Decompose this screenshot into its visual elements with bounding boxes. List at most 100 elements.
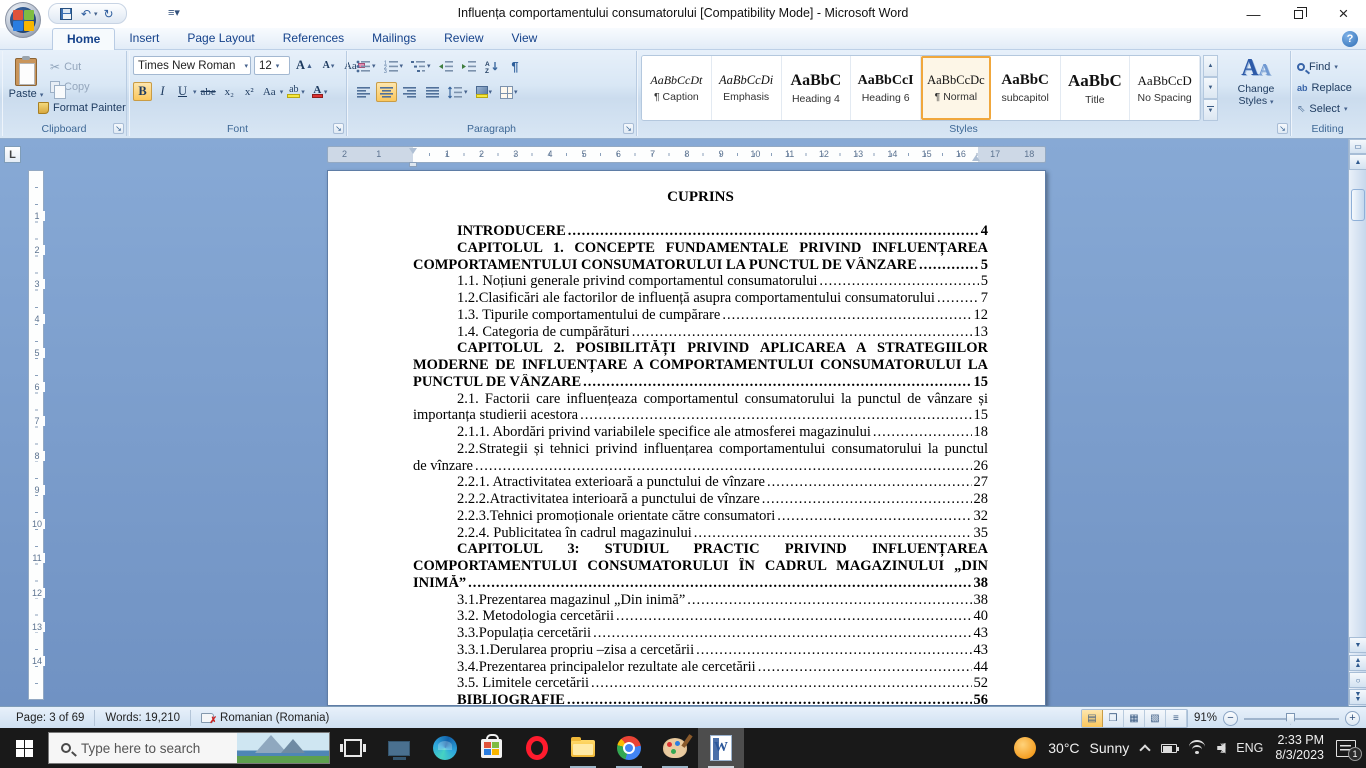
line-spacing-button[interactable]: ▾ — [445, 82, 471, 102]
sort-button[interactable]: AZ — [482, 56, 503, 76]
scroll-up-button[interactable]: ▲ — [1349, 154, 1366, 170]
draft-view-button[interactable]: ≡ — [1165, 709, 1187, 727]
decrease-indent-button[interactable] — [436, 56, 457, 76]
restore-button[interactable] — [1276, 0, 1321, 28]
grow-font-button[interactable]: A ▲ — [293, 56, 316, 75]
tray-expand-icon[interactable] — [1139, 743, 1151, 756]
underline-button[interactable]: U — [173, 82, 192, 101]
select-button[interactable]: ⇖ Select ▾ — [1297, 100, 1347, 118]
first-line-indent-marker[interactable] — [409, 148, 417, 154]
page-indicator[interactable]: Page: 3 of 69 — [6, 710, 96, 726]
font-dialog-launcher[interactable]: ↘ — [333, 123, 344, 134]
select-browse-object-button[interactable]: ○ — [1349, 672, 1366, 688]
styles-scroll-down-button[interactable]: ▼ — [1203, 77, 1218, 99]
style-caption[interactable]: AaBbCcDt ¶ Caption — [642, 56, 712, 120]
task-view-button[interactable] — [330, 728, 376, 768]
bullets-button[interactable]: ▾ — [353, 56, 379, 76]
redo-button[interactable]: ↻ — [100, 5, 118, 22]
style-emphasis[interactable]: AaBbCcDi Emphasis — [711, 56, 782, 120]
change-styles-button[interactable]: AA Change Styles ▾ — [1225, 55, 1287, 121]
horizontal-ruler[interactable]: 2 1 1 2 3 4 5 6 7 8 9 10 11 12 13 14 15 16 17 18 — [327, 146, 1046, 167]
tab-page-layout[interactable]: Page Layout — [173, 28, 268, 50]
close-button[interactable]: × — [1321, 0, 1366, 28]
borders-button[interactable]: ▾ — [497, 82, 521, 102]
taskbar-store-button[interactable] — [468, 728, 514, 768]
vertical-ruler[interactable]: 1 2 3 4 5 6 7 8 9 10 11 12 13 14 — [28, 170, 45, 700]
zoom-level[interactable]: 91% — [1194, 712, 1217, 724]
word-count[interactable]: Words: 19,210 — [95, 710, 192, 726]
font-color-button[interactable]: A ▾ — [309, 82, 331, 101]
replace-button[interactable]: ab Replace — [1297, 79, 1352, 97]
font-size-combo[interactable]: 12 ▾ — [254, 56, 290, 75]
styles-more-button[interactable]: ▼ — [1203, 99, 1218, 121]
scroll-down-button[interactable]: ▼ — [1349, 637, 1366, 653]
action-center-icon[interactable]: 1 — [1336, 739, 1362, 761]
show-paragraph-marks-button[interactable]: ¶ — [505, 56, 526, 76]
multilevel-list-button[interactable]: ▾ — [408, 56, 434, 76]
battery-icon[interactable] — [1161, 743, 1180, 753]
tab-review[interactable]: Review — [430, 28, 497, 50]
input-language[interactable]: ENG — [1236, 741, 1263, 755]
taskbar-word-button[interactable]: W — [698, 728, 744, 768]
text-highlight-button[interactable]: ab ▾ — [284, 82, 308, 101]
start-button[interactable] — [0, 728, 48, 768]
taskbar-pc-button[interactable] — [376, 728, 422, 768]
cut-button[interactable]: ✂ Cut — [50, 57, 81, 77]
tab-mailings[interactable]: Mailings — [358, 28, 430, 50]
proofing-status[interactable]: Romanian (Romania) — [191, 710, 339, 726]
style-normal[interactable]: AaBbCcDc ¶ Normal — [921, 56, 991, 120]
volume-icon[interactable]: ))) — [1217, 742, 1226, 754]
office-button[interactable] — [5, 2, 41, 38]
shading-button[interactable]: ▾ — [473, 82, 496, 102]
clipboard-dialog-launcher[interactable]: ↘ — [113, 123, 124, 134]
style-heading-4[interactable]: AaBbC Heading 4 — [781, 56, 852, 120]
scrollbar-thumb[interactable] — [1351, 189, 1365, 221]
style-subcapitol[interactable]: AaBbC subcapitol — [990, 56, 1061, 120]
zoom-slider-handle[interactable] — [1286, 712, 1295, 725]
taskbar-explorer-button[interactable] — [560, 728, 606, 768]
zoom-out-button[interactable]: − — [1223, 710, 1238, 726]
hanging-indent-marker[interactable] — [409, 162, 417, 167]
next-page-button[interactable]: ▼ ▼ — [1349, 689, 1366, 705]
taskbar-search[interactable]: Type here to search — [48, 732, 330, 764]
paragraph-dialog-launcher[interactable]: ↘ — [623, 123, 634, 134]
align-center-button[interactable] — [376, 82, 397, 102]
zoom-in-button[interactable]: + — [1345, 710, 1360, 726]
previous-page-button[interactable]: ▲ ▲ — [1349, 655, 1366, 671]
styles-dialog-launcher[interactable]: ↘ — [1277, 123, 1288, 134]
undo-dropdown-icon[interactable]: ▾ — [94, 10, 98, 18]
bold-button[interactable]: B — [133, 82, 152, 101]
print-layout-view-button[interactable]: ▤ — [1081, 709, 1103, 727]
undo-button[interactable]: ↶ — [77, 5, 95, 22]
minimize-button[interactable]: — — [1231, 0, 1276, 28]
document-page[interactable]: CUPRINS INTRODUCERE.....................… — [327, 170, 1046, 706]
zoom-slider[interactable] — [1244, 711, 1339, 726]
tab-references[interactable]: References — [269, 28, 358, 50]
find-button[interactable]: Find ▾ — [1297, 58, 1338, 76]
wifi-icon[interactable] — [1189, 740, 1206, 754]
format-painter-button[interactable]: Format Painter — [38, 98, 126, 118]
superscript-button[interactable]: x² — [240, 82, 259, 101]
outline-view-button[interactable]: ▧ — [1144, 709, 1166, 727]
increase-indent-button[interactable] — [459, 56, 480, 76]
right-indent-marker[interactable] — [972, 155, 980, 161]
justify-button[interactable] — [422, 82, 443, 102]
taskbar-chrome-button[interactable] — [606, 728, 652, 768]
align-right-button[interactable] — [399, 82, 420, 102]
weather-widget[interactable]: 30°C Sunny — [1048, 740, 1129, 756]
style-no-spacing[interactable]: AaBbCcD No Spacing — [1130, 56, 1200, 120]
clock[interactable]: 2:33 PM 8/3/2023 — [1275, 733, 1324, 763]
help-button[interactable]: ? — [1342, 31, 1358, 47]
style-title[interactable]: AaBbC Title — [1060, 56, 1131, 120]
ruler-toggle-button[interactable]: ▭ — [1349, 139, 1366, 154]
save-button[interactable] — [57, 5, 75, 22]
strikethrough-button[interactable]: abe — [198, 82, 219, 101]
tab-home[interactable]: Home — [52, 28, 116, 50]
numbering-button[interactable]: 1 2 3 ▾ — [381, 56, 407, 76]
styles-scroll-up-button[interactable]: ▲ — [1203, 55, 1218, 77]
taskbar-paint-button[interactable] — [652, 728, 698, 768]
full-screen-reading-view-button[interactable]: ❒ — [1102, 709, 1124, 727]
vertical-scrollbar[interactable]: ▭ ▲ ▼ ▲ ▲ ○ ▼ ▼ — [1348, 139, 1366, 706]
subscript-button[interactable]: x₂ — [220, 82, 239, 101]
web-layout-view-button[interactable]: ▦ — [1123, 709, 1145, 727]
